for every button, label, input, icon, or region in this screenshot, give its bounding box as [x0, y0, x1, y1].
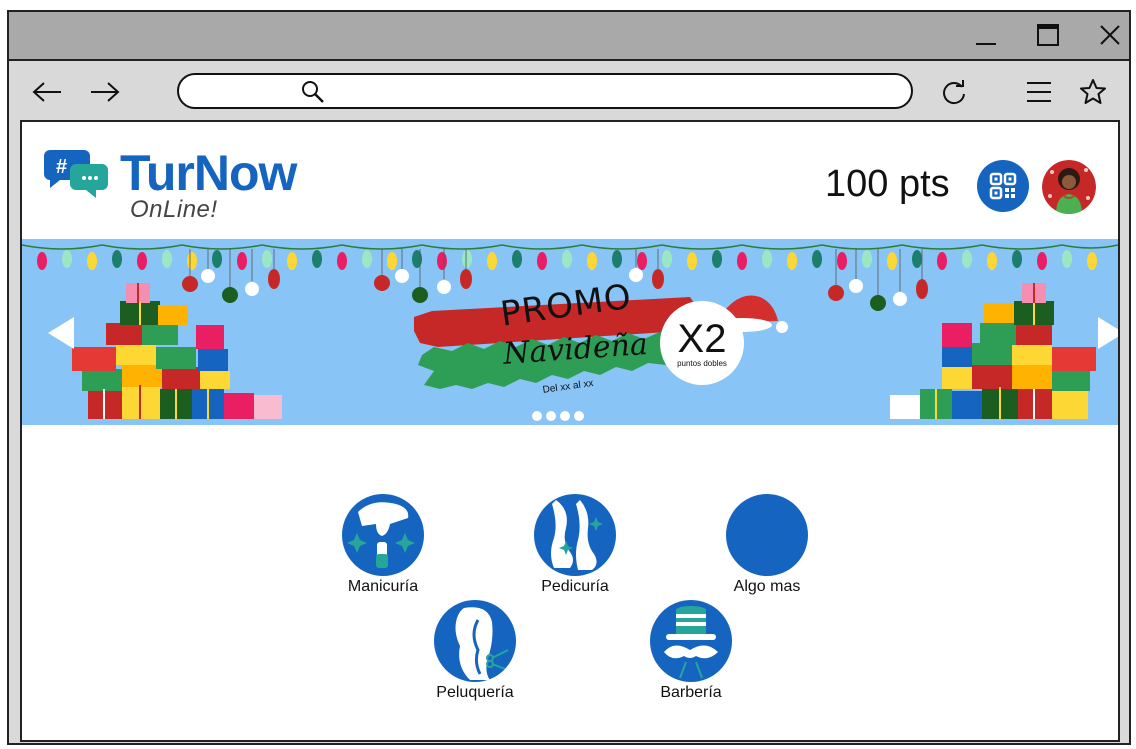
service-label: Pedicuría	[541, 578, 609, 595]
points-balance: 100 pts	[825, 163, 950, 205]
chevron-right-icon[interactable]	[1096, 315, 1118, 351]
badge-label: puntos dobles	[677, 359, 727, 368]
service-barberia[interactable]: Barbería	[636, 600, 746, 702]
minimize-icon[interactable]	[971, 20, 1001, 50]
app-header: # TurNow OnLine! 100 pts	[22, 122, 1118, 240]
service-label: Barbería	[660, 684, 722, 701]
chat-bubbles-icon: #	[44, 150, 108, 198]
hamburger-menu-icon[interactable]	[1021, 77, 1057, 107]
double-points-badge: X2 puntos dobles	[660, 301, 744, 385]
browser-toolbar	[9, 63, 1129, 119]
carousel-dots	[532, 411, 584, 421]
logo-tagline: OnLine!	[130, 196, 218, 223]
carousel-dot[interactable]	[532, 411, 542, 421]
service-manicuria[interactable]: Manicuría	[328, 494, 438, 596]
close-icon[interactable]	[1095, 20, 1125, 50]
browser-titlebar	[9, 12, 1129, 61]
user-avatar[interactable]	[1042, 160, 1096, 214]
logo-name: TurNow	[120, 145, 297, 201]
badge-value: X2	[677, 317, 727, 361]
carousel-dot[interactable]	[560, 411, 570, 421]
svg-text:#: #	[56, 156, 67, 178]
service-peluqueria[interactable]: Peluquería	[420, 600, 530, 702]
qr-code-icon	[989, 172, 1017, 200]
carousel-dot[interactable]	[574, 411, 584, 421]
arrow-left-icon[interactable]	[29, 77, 65, 107]
qr-code-button[interactable]	[977, 160, 1029, 212]
service-pedicuria[interactable]: Pedicuría	[520, 494, 630, 596]
service-algo-mas[interactable]: Algo mas	[712, 494, 822, 596]
star-icon[interactable]	[1075, 77, 1111, 107]
arrow-right-icon[interactable]	[87, 77, 123, 107]
promo-dates: Del xx al xx	[542, 377, 595, 396]
service-label: Algo mas	[733, 578, 801, 595]
promo-banner[interactable]: PROMO Navideña Del xx al xx X2 puntos do…	[22, 239, 1118, 425]
barber-icon	[650, 600, 732, 682]
address-bar[interactable]	[177, 73, 913, 109]
browser-window: # TurNow OnLine! 100 pts PROMO Navideña …	[7, 10, 1131, 745]
chevron-left-icon[interactable]	[46, 315, 76, 351]
promo-subtitle: Navideña	[502, 326, 649, 372]
reload-icon[interactable]	[937, 77, 973, 107]
pedicure-icon	[534, 494, 616, 576]
service-label: Manicuría	[347, 578, 419, 595]
avatar-image	[1042, 160, 1096, 214]
carousel-dot[interactable]	[546, 411, 556, 421]
service-label: Peluquería	[436, 684, 514, 701]
manicure-icon	[342, 494, 424, 576]
page-viewport: # TurNow OnLine! 100 pts PROMO Navideña …	[20, 120, 1120, 742]
app-logo[interactable]: # TurNow OnLine!	[44, 144, 314, 228]
hair-icon	[434, 600, 516, 682]
maximize-icon[interactable]	[1033, 20, 1063, 50]
blank-service-icon	[726, 494, 808, 576]
address-input[interactable]	[339, 81, 879, 103]
search-icon	[302, 81, 324, 103]
